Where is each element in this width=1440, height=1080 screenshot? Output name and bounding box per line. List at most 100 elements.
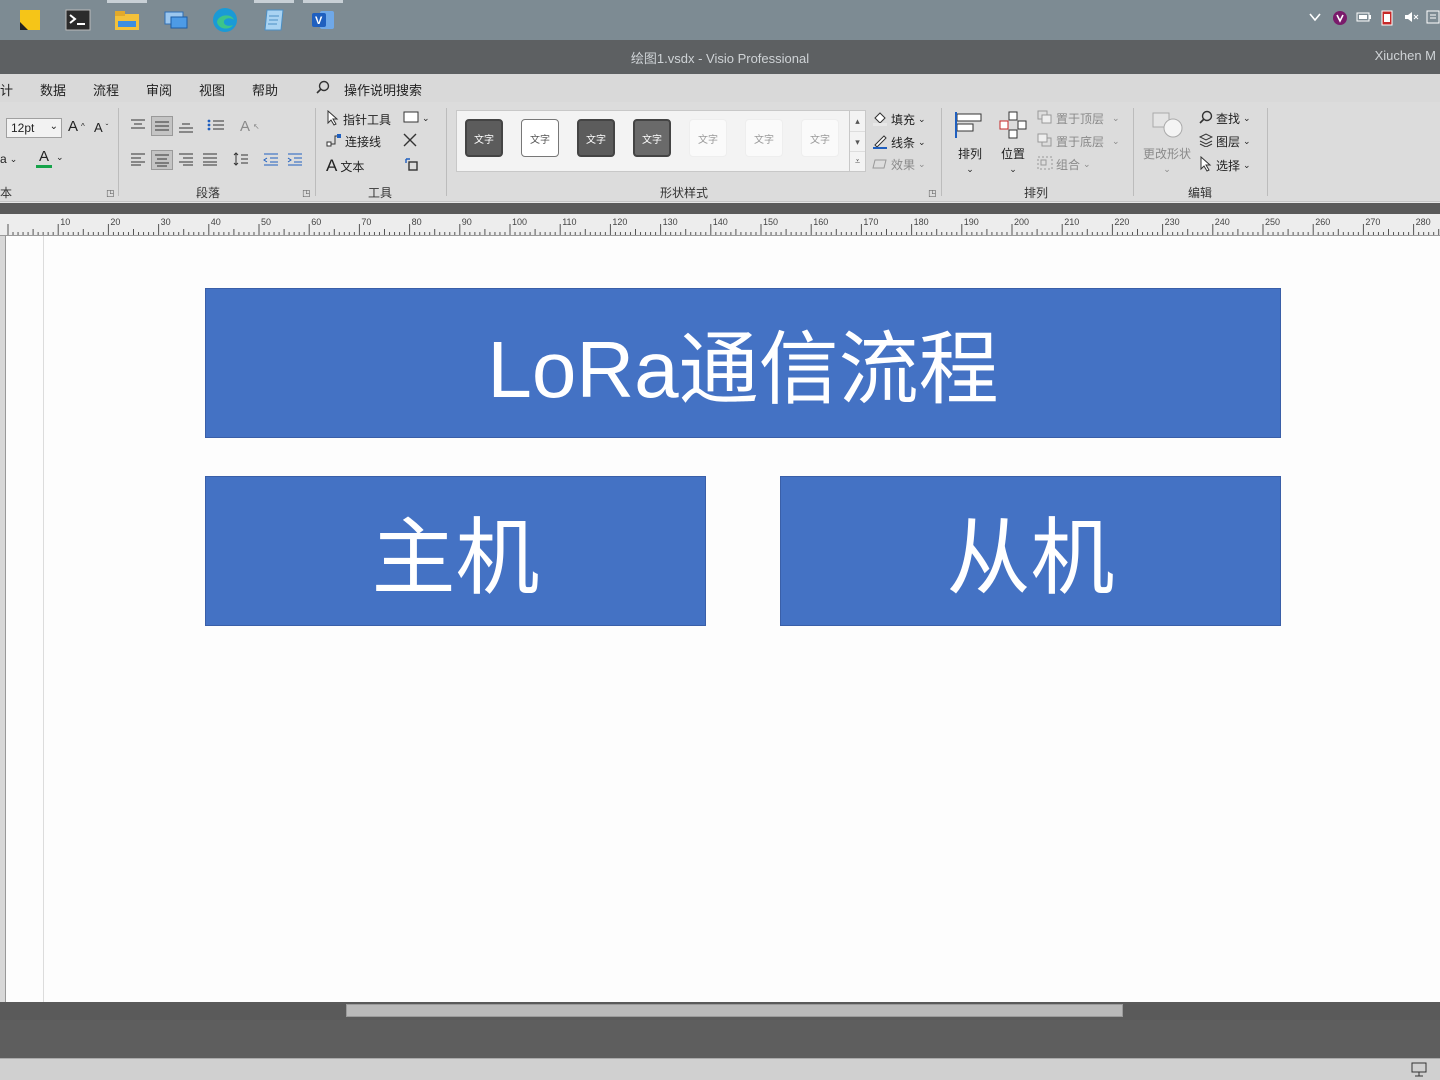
chevron-down-icon[interactable]: ▾ [850,131,865,151]
style-swatch[interactable]: 文字 [633,119,671,157]
windows-taskbar: V [0,0,1440,40]
horizontal-scrollbar[interactable] [0,1002,1440,1020]
line-label: 线条 [891,136,916,150]
pointer-tool-label: 指针工具 [343,113,392,127]
style-swatch[interactable]: 文字 [465,119,503,157]
font-name-fragment[interactable]: a ⌄ [0,152,17,166]
gallery-scroller[interactable]: ▴ ▾ ⩡ [849,111,865,171]
group-button[interactable]: 组合 ⌄ [1037,156,1091,173]
title-shape[interactable]: LoRa通信流程 [205,288,1281,438]
chevron-down-icon: ⌄ [49,121,58,132]
connector-icon [326,133,342,150]
ruler-label: 150 [763,217,778,227]
font-color-label: A [38,148,49,165]
tab-process[interactable]: 流程 [93,80,119,99]
battery-icon[interactable] [1356,10,1372,27]
chevron-down-icon[interactable]: ⌄ [56,152,64,163]
change-shape-label: 更改形状 [1143,147,1192,161]
vivaldi-icon[interactable] [1332,10,1348,29]
font-color-button[interactable]: A [36,148,52,168]
terminal-icon[interactable] [64,6,92,34]
layers-button[interactable]: 图层 ⌄ [1198,133,1251,150]
text-direction-icon[interactable]: A ↖ [240,118,260,135]
bullets-icon[interactable] [207,118,225,132]
change-shape-button[interactable]: 更改形状 ⌄ [1143,110,1191,175]
ruler-label: 120 [612,217,627,227]
tell-me-search[interactable]: 操作说明搜索 [344,80,422,99]
connection-point-icon[interactable] [404,157,420,173]
presentation-mode-icon[interactable] [1410,1061,1428,1080]
chevron-up-icon[interactable]: ▴ [850,111,865,131]
effects-button[interactable]: 效果 ⌄ [872,156,926,173]
rectangle-tool-dropdown[interactable]: ⌄ [403,111,430,126]
chevron-down-icon: ⌄ [1163,164,1171,174]
align-top-icon[interactable] [130,118,146,132]
horizontal-ruler[interactable]: 10 20 30 40 50 60 70 80 90 100 110 120 130 140 150 160 1… [0,214,1440,236]
position-button[interactable]: 位置 ⌄ [998,110,1028,175]
ruler-label: 280 [1416,217,1431,227]
dialog-launcher-icon[interactable]: ◳ [928,188,937,199]
search-icon[interactable] [316,80,330,97]
arrange-button[interactable]: 排列 ⌄ [955,110,985,175]
file-explorer-icon[interactable] [107,0,147,34]
connector-tool-button[interactable]: 连接线 [326,133,381,150]
edge-icon[interactable] [211,6,239,34]
increase-indent-icon[interactable] [287,152,303,166]
pointer-tool-button[interactable]: 指针工具 [326,109,392,129]
style-swatch[interactable]: 文字 [689,119,727,157]
align-bottom-icon[interactable] [178,120,194,134]
account-name[interactable]: Xiuchen M [1375,48,1436,63]
tab-review[interactable]: 审阅 [146,80,172,99]
style-swatch[interactable]: 文字 [745,119,783,157]
send-to-back-button[interactable]: 置于底层 ⌄ [1037,133,1120,150]
line-button[interactable]: 线条 ⌄ [872,133,926,152]
tab-view[interactable]: 视图 [199,80,225,99]
style-swatch[interactable]: 文字 [801,119,839,157]
slave-shape[interactable]: 从机 [780,476,1281,626]
decrease-indent-icon[interactable] [263,152,279,166]
ruler-label: 260 [1315,217,1330,227]
line-spacing-icon[interactable] [233,151,249,167]
visio-icon[interactable]: V [303,0,343,34]
align-left-icon[interactable] [130,152,146,166]
ruler-label: 30 [161,217,171,227]
notepad-icon[interactable] [254,0,294,34]
style-swatch[interactable]: 文字 [521,119,559,157]
find-button[interactable]: 查找 ⌄ [1199,110,1251,127]
host-shape[interactable]: 主机 [205,476,706,626]
text-tool-button[interactable]: A 文本 [326,156,364,176]
chevron-down-icon: ⌄ [1009,164,1017,174]
dialog-launcher-icon[interactable]: ◳ [106,188,115,199]
font-color-swatch [36,165,52,168]
bring-to-front-button[interactable]: 置于顶层 ⌄ [1037,110,1120,127]
drawing-canvas[interactable]: LoRa通信流程 主机 从机 [0,236,1440,1002]
align-right-icon[interactable] [178,152,194,166]
find-label: 查找 [1216,112,1241,126]
ruler-label: 170 [863,217,878,227]
align-middle-icon[interactable] [151,116,173,136]
align-center-icon[interactable] [151,150,173,170]
tab-data[interactable]: 数据 [40,80,66,99]
notifications-icon[interactable] [1426,10,1440,27]
tab-design[interactable]: 计 [0,80,13,99]
dialog-launcher-icon[interactable]: ◳ [302,188,311,199]
select-button[interactable]: 选择 ⌄ [1199,155,1251,175]
shrink-font-icon[interactable]: Aˇ [94,120,108,135]
grow-font-icon[interactable]: A ^ [68,118,85,135]
ruler-label: 70 [361,217,371,227]
style-swatch[interactable]: 文字 [577,119,615,157]
remote-desktop-icon[interactable] [162,6,190,34]
scrollbar-thumb[interactable] [346,1004,1123,1017]
mute-icon[interactable] [1403,10,1419,27]
tab-help[interactable]: 帮助 [252,80,278,99]
slave-shape-text: 从机 [946,510,1115,605]
arrange-group-label: 排列 [1024,186,1049,200]
sticky-notes-icon[interactable] [16,6,44,34]
close-icon[interactable] [403,133,417,147]
gallery-more-icon[interactable]: ⩡ [850,151,865,170]
justify-icon[interactable] [202,152,218,166]
font-size-dropdown[interactable]: 12pt ⌄ [6,118,62,138]
film-icon[interactable] [1380,10,1394,29]
chevron-up-icon[interactable] [1308,10,1322,27]
fill-button[interactable]: 填充 ⌄ [872,110,926,129]
